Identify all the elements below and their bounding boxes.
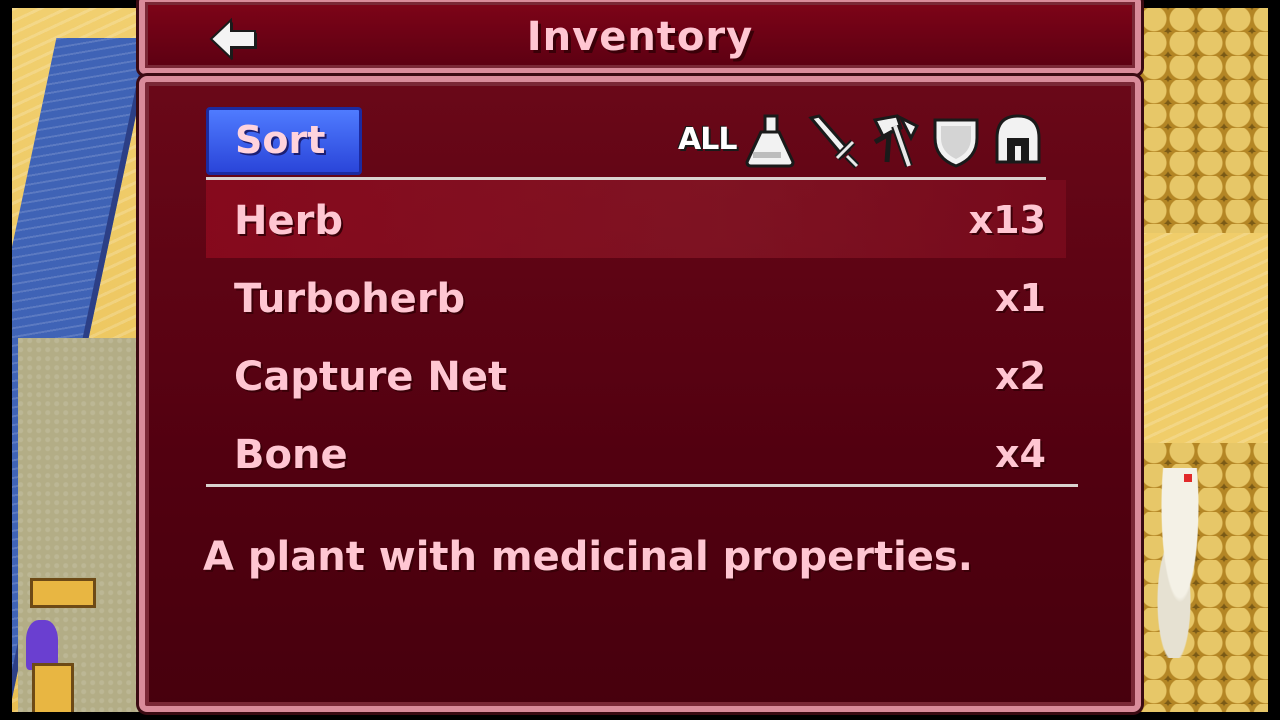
sword-icon[interactable]	[805, 112, 859, 170]
world-map-right	[1140, 8, 1268, 712]
village-building	[30, 578, 96, 608]
list-item[interactable]: Herb x13	[206, 180, 1066, 258]
item-name: Bone	[234, 432, 348, 470]
inventory-panel: Sort ALL Herb x13 Turboherb x1 Capture N…	[139, 76, 1141, 712]
item-quantity: x4	[995, 432, 1046, 470]
item-quantity: x1	[995, 276, 1046, 320]
sort-button[interactable]: Sort	[206, 107, 362, 175]
list-item[interactable]: Turboherb x1	[206, 258, 1066, 336]
village-building-2	[32, 663, 74, 712]
helmet-icon[interactable]	[991, 112, 1045, 170]
list-item[interactable]: Capture Net x2	[206, 336, 1066, 414]
potion-icon[interactable]	[743, 112, 797, 170]
item-quantity: x13	[968, 198, 1046, 242]
item-name: Herb	[234, 198, 343, 244]
map-cursor-marker	[1184, 474, 1192, 482]
list-item[interactable]: Bone x4	[206, 414, 1066, 470]
axe-icon[interactable]	[867, 112, 921, 170]
page-title: Inventory	[526, 14, 754, 60]
skeleton-landmark	[1150, 468, 1210, 658]
inventory-header: Inventory	[139, 0, 1141, 74]
item-description: A plant with medicinal properties.	[203, 534, 973, 580]
desert-terrain	[1140, 233, 1268, 443]
item-name: Capture Net	[234, 354, 508, 400]
item-quantity: x2	[995, 354, 1046, 398]
shield-icon[interactable]	[929, 112, 983, 170]
world-map-left	[12, 8, 142, 712]
item-list: Herb x13 Turboherb x1 Capture Net x2 Bon…	[206, 180, 1066, 470]
filter-all-tab[interactable]: ALL	[678, 122, 737, 157]
list-divider	[206, 484, 1078, 487]
item-name: Turboherb	[234, 276, 466, 322]
